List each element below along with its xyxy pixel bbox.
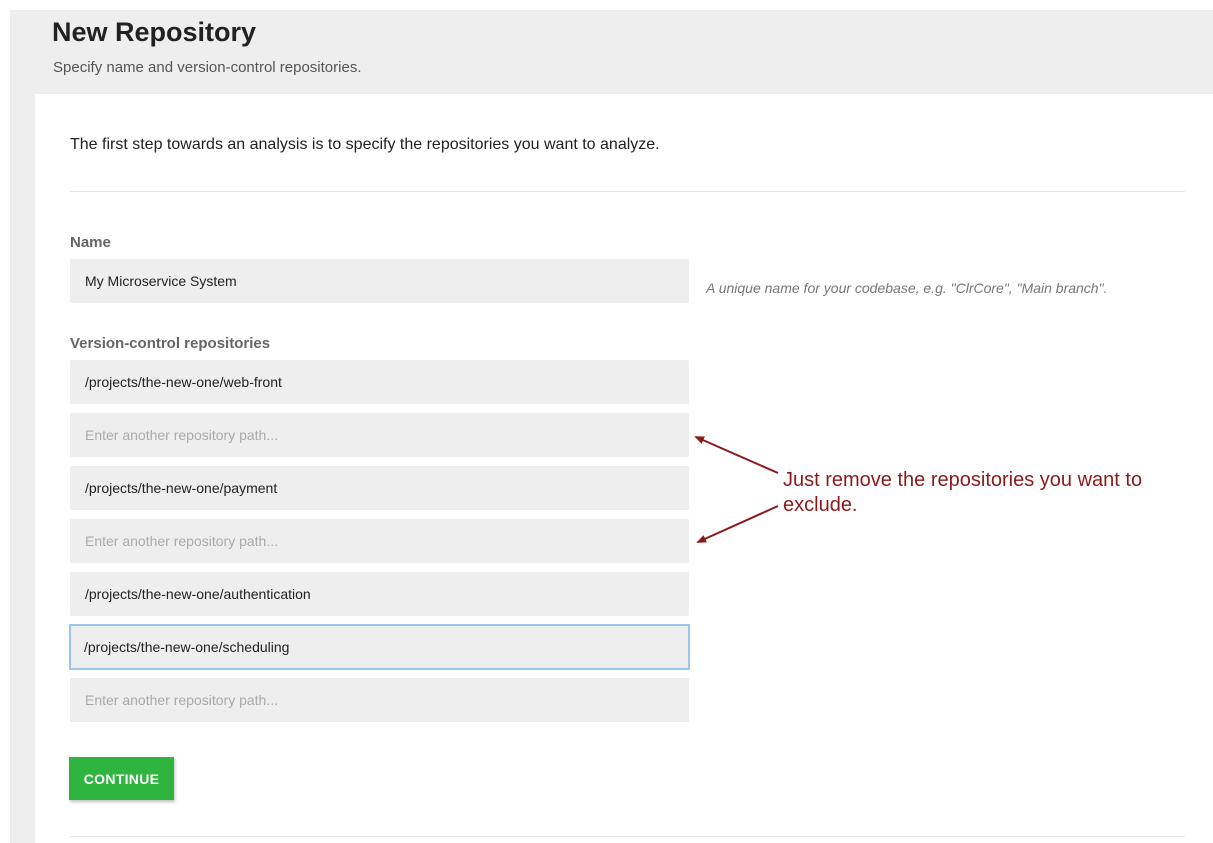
arrow-to-empty-field-1 bbox=[694, 436, 779, 474]
name-label: Name bbox=[70, 234, 111, 251]
intro-text: The first step towards an analysis is to… bbox=[70, 136, 660, 153]
page-title: New Repository bbox=[52, 17, 257, 47]
repository-input-4[interactable] bbox=[70, 519, 689, 563]
repository-input-2[interactable] bbox=[70, 413, 689, 457]
repository-input-5[interactable] bbox=[70, 572, 689, 616]
repository-input-1[interactable] bbox=[70, 360, 689, 404]
name-hint: A unique name for your codebase, e.g. "C… bbox=[706, 280, 1108, 296]
page-subtitle: Specify name and version-control reposit… bbox=[53, 59, 362, 76]
divider bbox=[70, 836, 1185, 837]
name-input[interactable] bbox=[70, 259, 689, 303]
repository-input-3[interactable] bbox=[70, 466, 689, 510]
continue-button[interactable]: CONTINUE bbox=[69, 757, 174, 800]
arrow-to-empty-field-2 bbox=[696, 505, 779, 543]
annotation-arrows bbox=[694, 436, 779, 543]
repository-input-7[interactable] bbox=[70, 678, 689, 722]
repositories-label: Version-control repositories bbox=[70, 335, 271, 352]
divider bbox=[70, 191, 1185, 192]
left-border bbox=[10, 94, 35, 843]
repository-input-6[interactable] bbox=[69, 624, 690, 670]
annotation-text: Just remove the repositories you want to… bbox=[783, 469, 1143, 516]
